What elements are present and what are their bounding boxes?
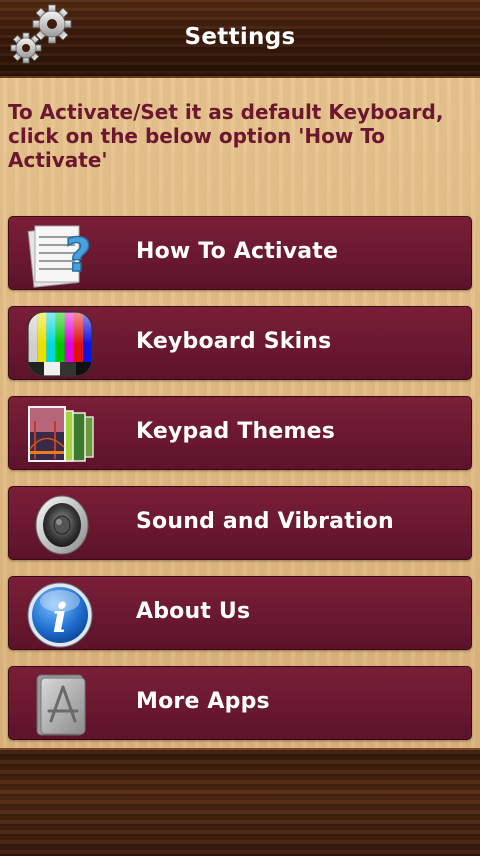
speaker-icon [35,495,89,555]
menu-item-label: How To Activate [136,239,339,264]
settings-menu: ? How To Activate Keyboard Skins Keypad … [8,216,472,756]
menu-item-label: About Us [136,599,251,624]
sound-and-vibration-button[interactable]: Sound and Vibration [8,486,472,560]
top-bar: Settings [0,0,480,78]
color-bars-icon [27,311,93,377]
help-document-icon: ? [27,225,92,288]
about-us-button[interactable]: i About Us [8,576,472,650]
menu-item-label: Keypad Themes [136,419,336,444]
app-store-icon [36,674,86,736]
svg-text:i: i [52,595,67,642]
menu-item-label: Keyboard Skins [136,329,332,354]
menu-item-label: More Apps [136,689,270,714]
how-to-activate-button[interactable]: ? How To Activate [8,216,472,290]
photo-gallery-icon [28,406,94,462]
menu-item-label: Sound and Vibration [136,509,394,534]
activation-instructions: To Activate/Set it as default Keyboard, … [8,100,444,172]
page-title: Settings [184,24,296,50]
keypad-themes-button[interactable]: Keypad Themes [8,396,472,470]
info-icon: i [27,582,93,648]
bottom-bar [0,748,480,856]
more-apps-button[interactable]: More Apps [8,666,472,740]
keyboard-skins-button[interactable]: Keyboard Skins [8,306,472,380]
svg-text:?: ? [65,228,92,282]
